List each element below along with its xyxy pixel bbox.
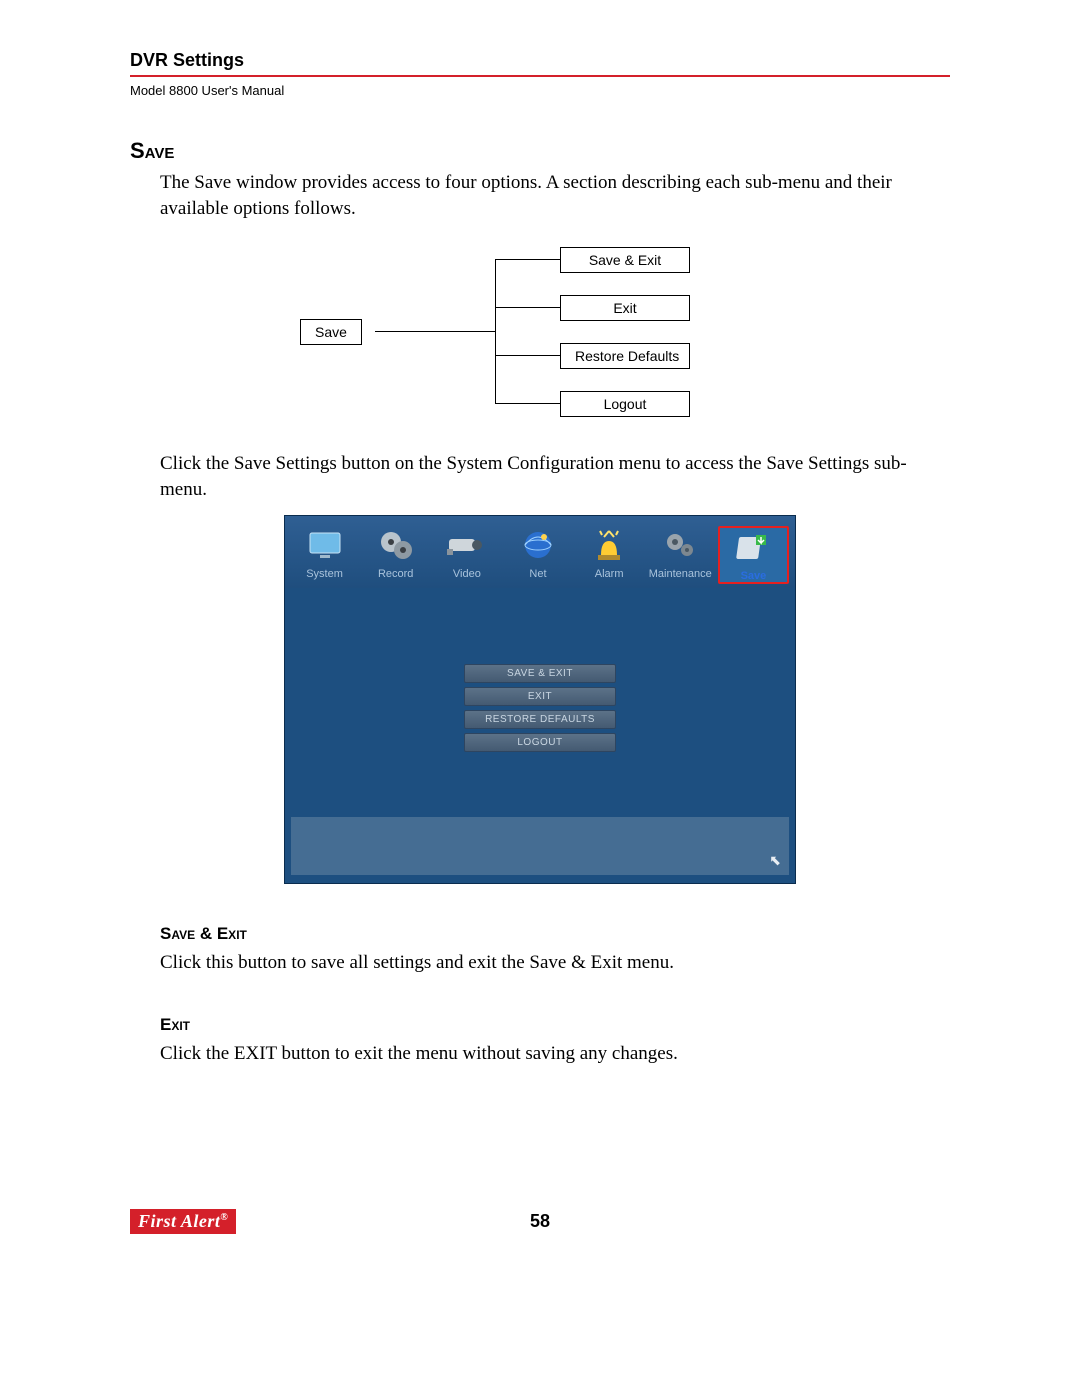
save-exit-button[interactable]: SAVE & EXIT [464,664,616,683]
tab-save[interactable]: Save [718,526,789,584]
tab-label: Record [378,568,413,580]
save-intro: The Save window provides access to four … [160,170,950,221]
gears-icon [658,526,702,564]
cursor-icon: ⬉ [769,852,781,869]
siren-icon [587,526,631,564]
tab-label: Video [453,568,481,580]
tab-record[interactable]: Record [362,526,429,584]
diagram-child-2: Restore Defaults [560,343,690,369]
tab-label: Save [741,570,767,582]
save-heading: Save [130,138,950,164]
tab-label: System [306,568,343,580]
disk-icon [731,528,775,566]
camera-icon [445,526,489,564]
exit-button[interactable]: EXIT [464,687,616,706]
diagram-child-1: Exit [560,295,690,321]
restore-defaults-button[interactable]: RESTORE DEFAULTS [464,710,616,729]
diagram-child-0: Save & Exit [560,247,690,273]
tab-net[interactable]: Net [504,526,571,584]
monitor-icon [303,526,347,564]
exit-text: Click the EXIT button to exit the menu w… [160,1041,950,1067]
logout-button[interactable]: LOGOUT [464,733,616,752]
globe-icon [516,526,560,564]
section-header: DVR Settings [130,50,950,71]
save-exit-text: Click this button to save all settings a… [160,950,950,976]
diagram-child-3: Logout [560,391,690,417]
brand-logo: First Alert® [130,1209,236,1234]
page-footer: First Alert® 58 [130,1207,950,1237]
save-hierarchy-diagram: Save Save & Exit Exit Restore Defaults L… [280,241,800,431]
dvr-screenshot: System Record Video Net Alarm Maintenanc… [284,515,796,884]
page-number: 58 [530,1211,550,1232]
tab-alarm[interactable]: Alarm [576,526,643,584]
diagram-root: Save [300,319,362,345]
tab-label: Alarm [595,568,624,580]
divider [130,75,950,77]
save-post-diagram: Click the Save Settings button on the Sy… [160,451,950,502]
tab-label: Net [529,568,546,580]
save-exit-heading: Save & Exit [160,924,950,944]
reel-icon [374,526,418,564]
tab-bar: System Record Video Net Alarm Maintenanc… [285,516,795,588]
tab-label: Maintenance [649,568,712,580]
tab-maintenance[interactable]: Maintenance [647,526,714,584]
tab-system[interactable]: System [291,526,358,584]
exit-heading: Exit [160,1015,950,1035]
screenshot-body: SAVE & EXIT EXIT RESTORE DEFAULTS LOGOUT [285,588,795,803]
manual-name: Model 8800 User's Manual [130,83,950,98]
screenshot-status-bar: ⬉ [291,817,789,875]
tab-video[interactable]: Video [433,526,500,584]
